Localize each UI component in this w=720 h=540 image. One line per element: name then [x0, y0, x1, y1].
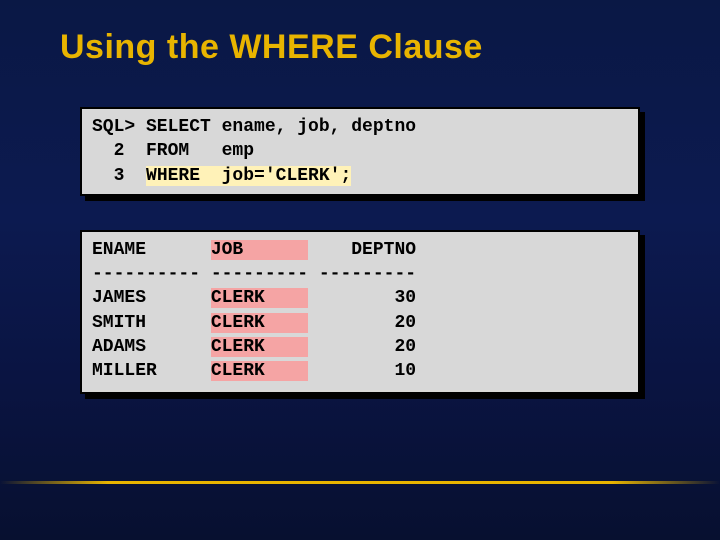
cell-r4-job: CLERK	[211, 361, 308, 381]
query-line-2: 2 FROM emp	[92, 141, 254, 161]
col-header-job: JOB	[211, 240, 308, 260]
cell-r2-deptno: 20	[308, 313, 416, 333]
col-header-ename: ENAME	[92, 240, 211, 260]
cell-r3-job: CLERK	[211, 337, 308, 357]
footer-divider	[0, 481, 720, 484]
cell-r1-deptno: 30	[308, 288, 416, 308]
cell-r1-job: CLERK	[211, 288, 308, 308]
query-line-1: SQL> SELECT ename, job, deptno	[92, 117, 416, 137]
sql-result-block: ENAME JOB DEPTNO ---------- --------- --…	[80, 230, 640, 394]
cell-r4-ename: MILLER	[92, 361, 211, 381]
cell-r4-deptno: 10	[308, 361, 416, 381]
col-header-deptno: DEPTNO	[308, 240, 416, 260]
cell-r2-job: CLERK	[211, 313, 308, 333]
cell-r3-ename: ADAMS	[92, 337, 211, 357]
cell-r3-deptno: 20	[308, 337, 416, 357]
header-separator: ---------- --------- ---------	[92, 264, 416, 284]
cell-r2-ename: SMITH	[92, 313, 211, 333]
query-line-3-prefix: 3	[92, 166, 146, 186]
slide-title: Using the WHERE Clause	[0, 0, 720, 67]
cell-r1-ename: JAMES	[92, 288, 211, 308]
query-where-highlight: WHERE job='CLERK';	[146, 166, 351, 186]
sql-query-block: SQL> SELECT ename, job, deptno 2 FROM em…	[80, 107, 640, 196]
